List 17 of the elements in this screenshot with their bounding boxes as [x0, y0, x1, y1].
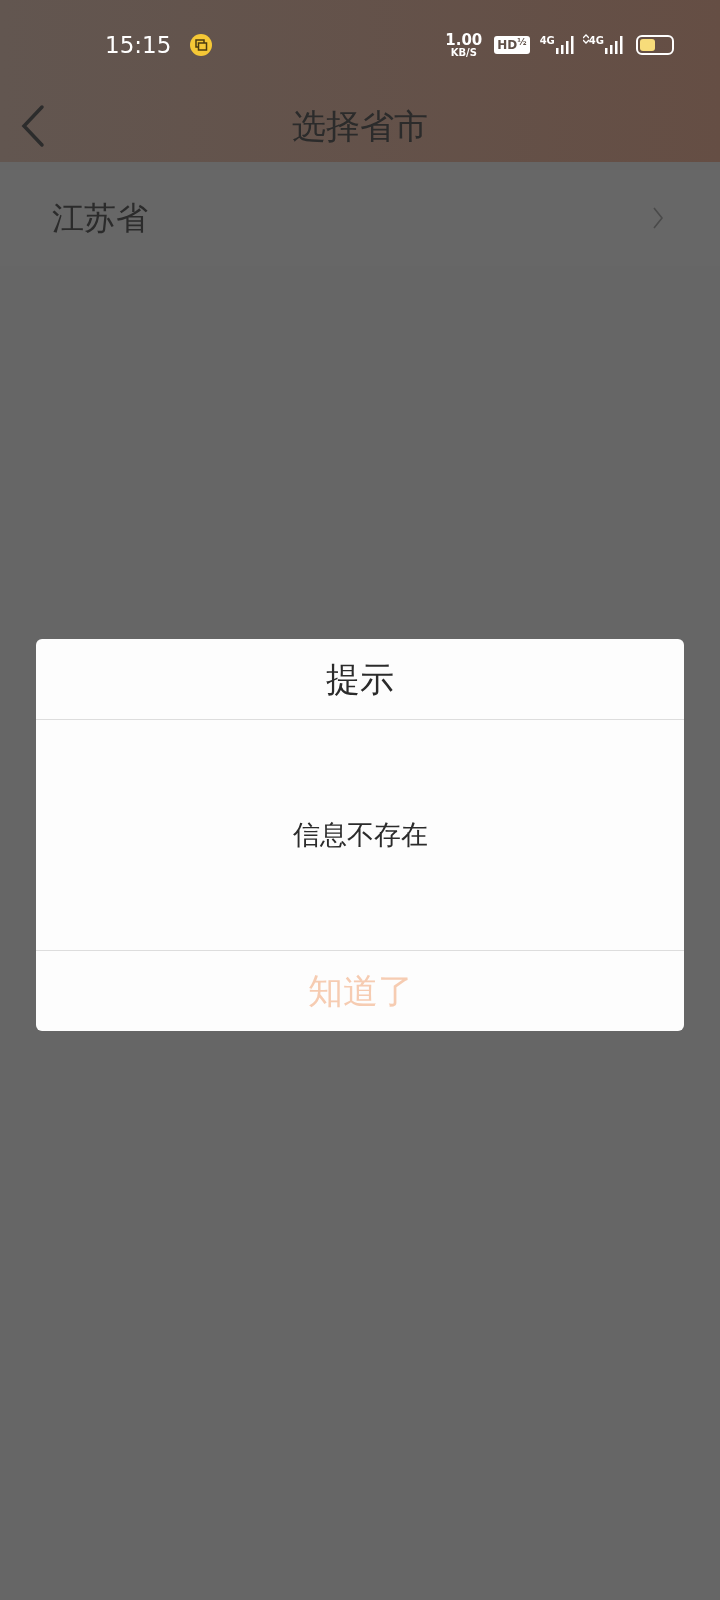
app-notification-icon — [189, 33, 214, 57]
signal-icon — [554, 35, 575, 55]
signal-icon — [604, 35, 624, 55]
hd-badge: HD$^{½}$ — [494, 36, 530, 54]
confirm-button[interactable]: 知道了 — [36, 951, 684, 1031]
dialog-title: 提示 — [326, 657, 394, 701]
network-type: 4G — [539, 34, 555, 48]
chevron-right-icon — [652, 206, 664, 230]
status-time: 15:15 — [105, 30, 172, 60]
page-title: 选择省市 — [292, 104, 428, 148]
battery-icon — [636, 35, 674, 55]
back-icon[interactable] — [20, 104, 46, 148]
network-type: 4G — [588, 34, 604, 48]
dialog-message: 信息不存在 — [292, 817, 428, 852]
up-down-arrows-icon — [582, 34, 589, 44]
network-speed-value: 1.00 — [445, 32, 483, 48]
network-speed-unit: KB/S — [450, 47, 477, 58]
